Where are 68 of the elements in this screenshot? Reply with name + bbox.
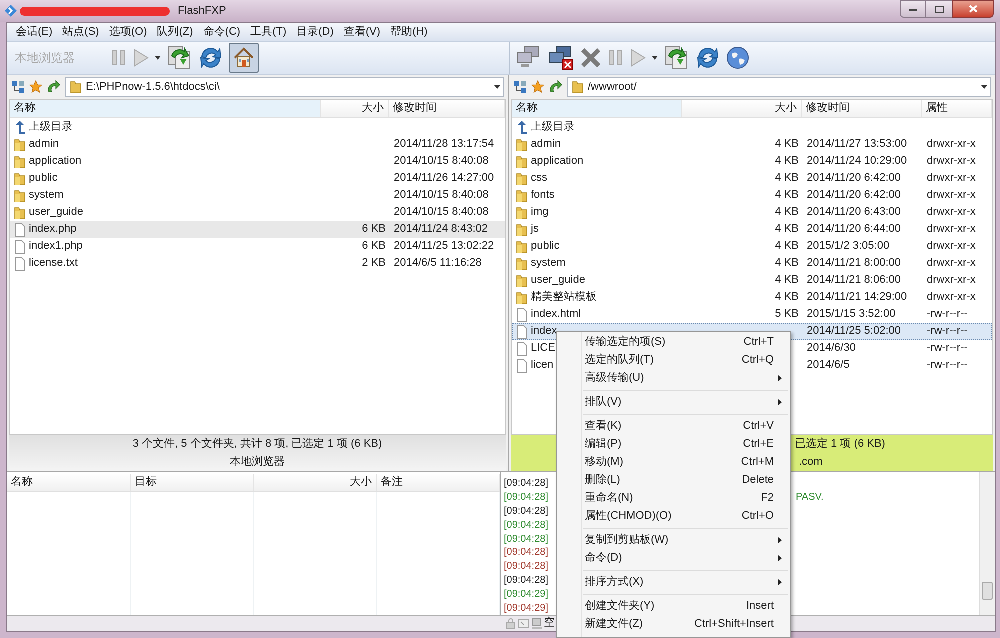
log-line: [09:04:29]: [504, 588, 548, 601]
log-line: [09:04:28]: [504, 477, 548, 490]
table-cell: 2014/11/20 6:44:00: [807, 223, 901, 236]
table-cell: 2014/11/21 8:06:00: [807, 274, 901, 286]
table-cell: 2014/6/5: [807, 359, 850, 372]
table-cell: 4 KB: [775, 240, 799, 252]
log-line: [09:04:29]: [504, 602, 548, 615]
table-cell: 2014/11/20 6:42:00: [807, 189, 901, 202]
table-cell: drwxr-xr-x: [927, 206, 976, 218]
table-cell: 2014/11/27 13:53:00: [807, 138, 908, 150]
status-text: 已选定 1 项 (6 KB): [795, 436, 886, 452]
log-line: [09:04:28]: [504, 574, 548, 587]
table-cell: -rw-r--r--: [927, 342, 968, 354]
table-cell: drwxr-xr-x: [927, 274, 976, 286]
log-line: [09:04:28]: [504, 518, 548, 532]
table-cell: 2 KB: [362, 257, 386, 270]
table-cell: 2014/11/25 5:02:00: [807, 325, 901, 338]
table-cell: 4 KB: [775, 223, 799, 236]
log-line: [09:04:28]: [504, 532, 548, 546]
log-line: [09:04:28]: [504, 560, 548, 574]
log-line: [09:04:28]: [504, 546, 548, 560]
table-cell: 2014/6/5 11:16:28: [394, 257, 482, 270]
table-cell: drwxr-xr-x: [927, 240, 976, 252]
table-cell: 5 KB: [775, 308, 799, 320]
log-line: [09:04:28]: [504, 491, 548, 504]
table-cell: 4 KB: [775, 206, 799, 218]
table-cell: 2014/11/20 6:43:00: [807, 206, 901, 218]
table-cell: 2014/11/20 6:42:00: [807, 172, 901, 184]
table-cell: 2014/10/15 8:40:08: [394, 189, 489, 202]
panel-caption: .com: [799, 455, 823, 470]
table-cell: -rw-r--r--: [927, 359, 968, 372]
status-text: 3 个文件, 5 个文件夹, 共计 8 项, 已选定 1 项 (6 KB): [132, 436, 382, 452]
table-cell: 4 KB: [775, 155, 799, 168]
toolbar-label: 本地浏览器: [15, 50, 76, 67]
table-cell: drwxr-xr-x: [927, 155, 976, 168]
table-cell: 4 KB: [775, 189, 799, 202]
table-cell: 4 KB: [775, 257, 799, 270]
table-cell: 2014/10/15 8:40:08: [394, 155, 489, 168]
table-cell: 4 KB: [775, 274, 799, 286]
log-line: [09:04:28]: [504, 504, 548, 518]
table-cell: -rw-r--r--: [927, 325, 968, 338]
table-cell: 2015/1/15 3:52:00: [807, 308, 896, 320]
table-cell: drwxr-xr-x: [927, 291, 976, 304]
table-cell: 2014/11/24 8:43:02: [394, 223, 488, 236]
table-cell: -rw-r--r--: [927, 308, 968, 320]
table-cell: drwxr-xr-x: [927, 172, 976, 184]
table-cell: 2014/11/28 13:17:54: [394, 138, 494, 150]
table-cell: 2015/1/2 3:05:00: [807, 240, 890, 252]
table-cell: drwxr-xr-x: [927, 138, 976, 150]
table-cell: 2014/11/25 13:02:22: [394, 240, 494, 252]
table-cell: 2014/11/24 10:29:00: [807, 155, 908, 168]
status-text: 空: [544, 616, 555, 632]
table-cell: 2014/11/21 8:00:00: [807, 257, 901, 270]
panel-caption: 本地浏览器: [230, 454, 285, 470]
table-cell: 6 KB: [362, 240, 386, 252]
table-cell: 2014/11/21 14:29:00: [807, 291, 908, 304]
log-text: PASV.: [796, 491, 824, 504]
table-cell: drwxr-xr-x: [927, 223, 976, 236]
table-cell: drwxr-xr-x: [927, 257, 976, 270]
window-title: FlashFXP: [178, 4, 226, 19]
table-cell: drwxr-xr-x: [927, 189, 976, 202]
table-cell: 2014/11/26 14:27:00: [394, 172, 494, 184]
table-cell: 2014/6/30: [807, 342, 856, 354]
table-cell: 4 KB: [775, 138, 799, 150]
table-cell: 6 KB: [362, 223, 386, 236]
table-cell: 4 KB: [775, 172, 799, 184]
table-cell: 4 KB: [775, 291, 799, 304]
table-cell: 2014/10/15 8:40:08: [394, 206, 489, 218]
